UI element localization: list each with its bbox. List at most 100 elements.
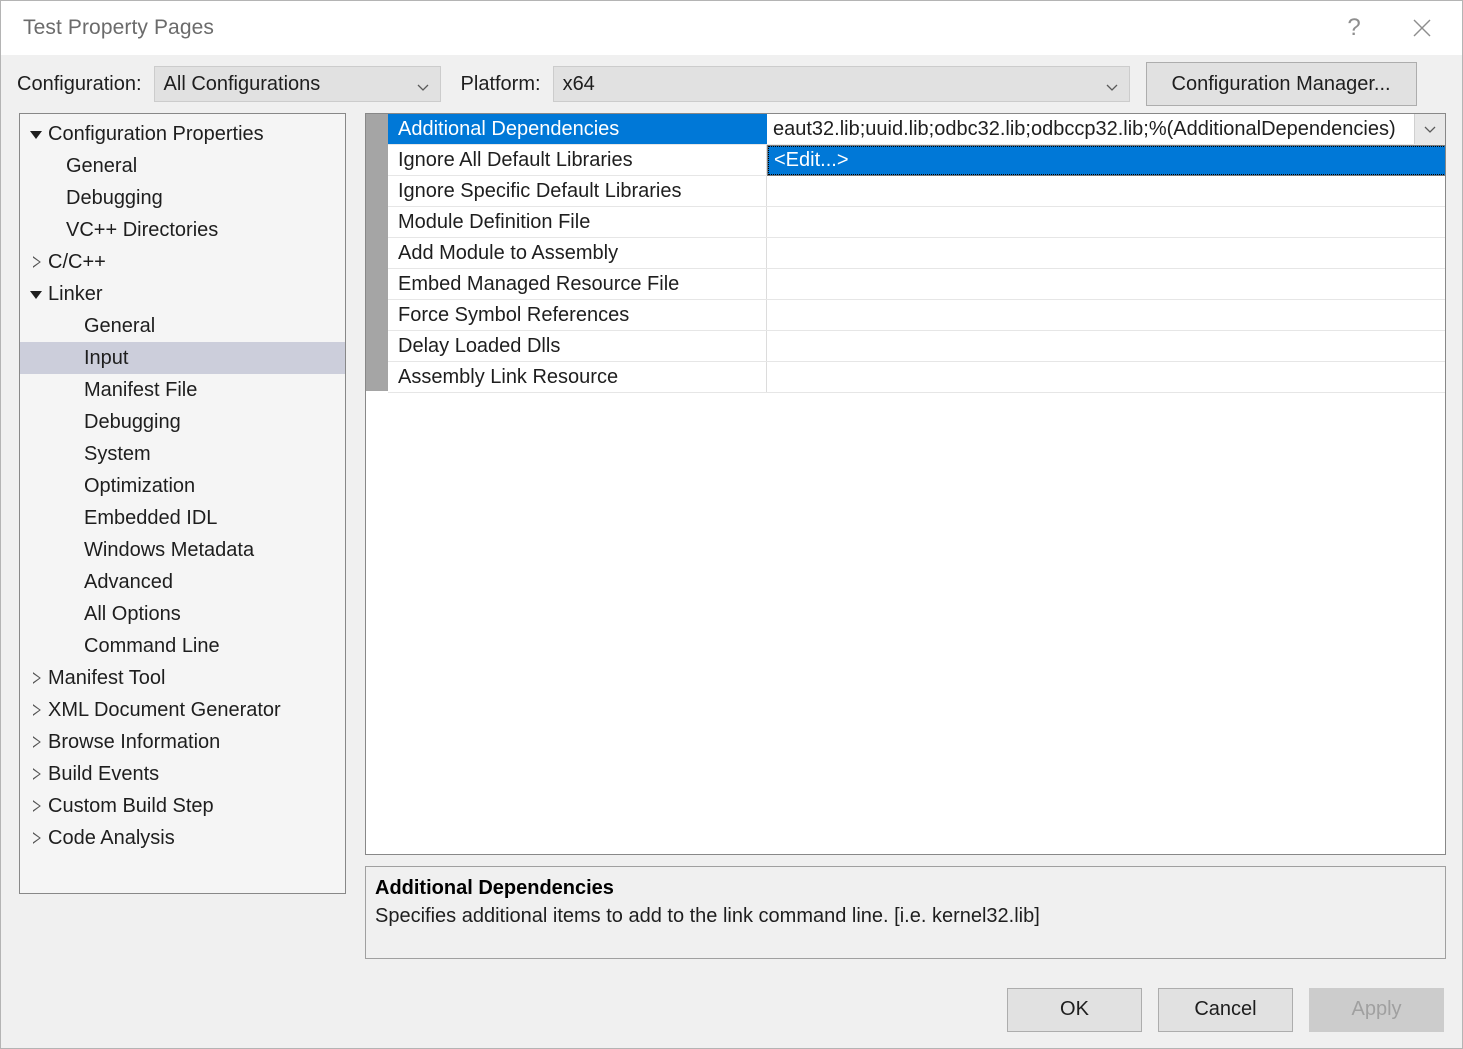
tree-item-label: General bbox=[84, 314, 156, 337]
tree-item-build-events[interactable]: Build Events bbox=[20, 758, 345, 790]
property-value-input[interactable]: eaut32.lib;uuid.lib;odbc32.lib;odbccp32.… bbox=[767, 118, 1414, 141]
tree-item-manifest-file[interactable]: Manifest File bbox=[20, 374, 345, 406]
tree-item-label: Browse Information bbox=[48, 730, 221, 753]
tree-item-all-options[interactable]: All Options bbox=[20, 598, 345, 630]
tree-item-label: Manifest File bbox=[84, 378, 198, 401]
tree-item-advanced[interactable]: Advanced bbox=[20, 566, 345, 598]
tree-item-code-analysis[interactable]: Code Analysis bbox=[20, 822, 345, 854]
tree-item-xml-document-generator[interactable]: XML Document Generator bbox=[20, 694, 345, 726]
help-icon[interactable]: ? bbox=[1324, 1, 1384, 55]
property-row[interactable]: Additional Dependencies eaut32.lib;uuid.l… bbox=[388, 114, 1445, 145]
platform-value: x64 bbox=[562, 72, 595, 95]
property-grid-rows: Additional Dependencies eaut32.lib;uuid.l… bbox=[388, 114, 1445, 854]
main-content: Configuration Properties General Debugging… bbox=[1, 113, 1462, 971]
triangle-right-icon[interactable] bbox=[28, 768, 46, 780]
property-value[interactable] bbox=[767, 300, 1445, 330]
window-title: Test Property Pages bbox=[23, 16, 214, 39]
property-row[interactable]: Add Module to Assembly bbox=[388, 238, 1445, 269]
tree-item-command-line[interactable]: Command Line bbox=[20, 630, 345, 662]
cancel-button[interactable]: Cancel bbox=[1158, 987, 1293, 1032]
property-name: Embed Managed Resource File bbox=[388, 269, 767, 299]
platform-dropdown[interactable]: x64 bbox=[552, 66, 1130, 102]
close-icon[interactable] bbox=[1392, 1, 1452, 55]
property-value[interactable] bbox=[767, 331, 1445, 361]
property-value[interactable] bbox=[767, 362, 1445, 392]
tree-item-label: C/C++ bbox=[48, 250, 106, 273]
property-name: Assembly Link Resource bbox=[388, 362, 767, 392]
tree-item-label: Command Line bbox=[84, 634, 220, 657]
tree-item-vc-directories[interactable]: VC++ Directories bbox=[20, 214, 345, 246]
triangle-right-icon[interactable] bbox=[28, 736, 46, 748]
triangle-right-icon[interactable] bbox=[28, 672, 46, 684]
triangle-down-icon[interactable] bbox=[28, 129, 46, 139]
dropdown-option-edit[interactable]: <Edit...> bbox=[768, 146, 1445, 175]
tree-item-c-c[interactable]: C/C++ bbox=[20, 246, 345, 278]
property-row[interactable]: Assembly Link Resource bbox=[388, 362, 1445, 393]
property-value[interactable] bbox=[767, 238, 1445, 268]
tree-item-label: Advanced bbox=[84, 570, 173, 593]
tree-item-label: Windows Metadata bbox=[84, 538, 255, 561]
triangle-right-glyph bbox=[33, 672, 41, 684]
property-value[interactable] bbox=[767, 269, 1445, 299]
triangle-right-glyph bbox=[33, 768, 41, 780]
tree-item-manifest-tool[interactable]: Manifest Tool bbox=[20, 662, 345, 694]
tree-item-general[interactable]: General bbox=[20, 150, 345, 182]
property-pages-dialog: Test Property Pages ? Configuration: All… bbox=[0, 0, 1463, 1049]
tree-item-label: Manifest Tool bbox=[48, 666, 166, 689]
triangle-right-icon[interactable] bbox=[28, 832, 46, 844]
configuration-manager-button[interactable]: Configuration Manager... bbox=[1145, 62, 1417, 106]
tree-item-label: Build Events bbox=[48, 762, 160, 785]
chevron-down-icon[interactable] bbox=[1414, 114, 1445, 144]
tree-item-embedded-idl[interactable]: Embedded IDL bbox=[20, 502, 345, 534]
tree-item-label: Input bbox=[84, 346, 129, 369]
configuration-value: All Configurations bbox=[163, 72, 321, 95]
tree-item-windows-metadata[interactable]: Windows Metadata bbox=[20, 534, 345, 566]
property-row[interactable]: Module Definition File bbox=[388, 207, 1445, 238]
property-row[interactable]: Embed Managed Resource File bbox=[388, 269, 1445, 300]
property-name: Add Module to Assembly bbox=[388, 238, 767, 268]
tree-item-general[interactable]: General bbox=[20, 310, 345, 342]
description-text: Specifies additional items to add to the… bbox=[375, 905, 1040, 927]
triangle-right-icon[interactable] bbox=[28, 704, 46, 716]
tree-item-input[interactable]: Input bbox=[20, 342, 345, 374]
property-row[interactable]: Delay Loaded Dlls bbox=[388, 331, 1445, 362]
tree-item-label: General bbox=[66, 154, 138, 177]
configuration-dropdown[interactable]: All Configurations bbox=[153, 66, 441, 102]
property-name: Ignore Specific Default Libraries bbox=[388, 176, 767, 206]
tree-item-label: Linker bbox=[48, 282, 103, 305]
triangle-right-glyph bbox=[33, 704, 41, 716]
tree-item-label: Debugging bbox=[84, 410, 181, 433]
tree-item-label: Code Analysis bbox=[48, 826, 175, 849]
tree-item-label: Configuration Properties bbox=[48, 122, 264, 145]
triangle-right-glyph bbox=[33, 832, 41, 844]
tree-item-optimization[interactable]: Optimization bbox=[20, 470, 345, 502]
tree-item-configuration-properties[interactable]: Configuration Properties bbox=[20, 118, 345, 150]
tree-item-debugging[interactable]: Debugging bbox=[20, 182, 345, 214]
triangle-down-glyph bbox=[29, 131, 42, 139]
configuration-toolbar: Configuration: All Configurations Platfo… bbox=[1, 55, 1462, 113]
property-row[interactable]: Force Symbol References bbox=[388, 300, 1445, 331]
tree-item-label: Embedded IDL bbox=[84, 506, 218, 529]
tree-item-system[interactable]: System bbox=[20, 438, 345, 470]
triangle-down-icon[interactable] bbox=[28, 289, 46, 299]
tree-item-label: Custom Build Step bbox=[48, 794, 214, 817]
property-name: Force Symbol References bbox=[388, 300, 767, 330]
property-row[interactable]: Ignore Specific Default Libraries bbox=[388, 176, 1445, 207]
chevron-down-icon bbox=[1105, 77, 1119, 91]
triangle-down-glyph bbox=[29, 291, 42, 299]
tree-item-linker[interactable]: Linker bbox=[20, 278, 345, 310]
tree-item-custom-build-step[interactable]: Custom Build Step bbox=[20, 790, 345, 822]
ok-button[interactable]: OK bbox=[1007, 987, 1142, 1032]
tree-item-browse-information[interactable]: Browse Information bbox=[20, 726, 345, 758]
configuration-properties-tree[interactable]: Configuration Properties General Debugging… bbox=[19, 113, 346, 894]
triangle-right-icon[interactable] bbox=[28, 800, 46, 812]
tree-item-debugging[interactable]: Debugging bbox=[20, 406, 345, 438]
property-name: Ignore All Default Libraries bbox=[388, 145, 767, 175]
tree-item-label: All Options bbox=[84, 602, 181, 625]
property-value[interactable] bbox=[767, 207, 1445, 237]
triangle-right-icon[interactable] bbox=[28, 256, 46, 268]
property-grid[interactable]: Additional Dependencies eaut32.lib;uuid.l… bbox=[365, 113, 1446, 855]
property-value[interactable]: eaut32.lib;uuid.lib;odbc32.lib;odbccp32.… bbox=[767, 114, 1445, 144]
value-dropdown-list[interactable]: <Edit...> bbox=[767, 145, 1445, 176]
property-value[interactable] bbox=[767, 176, 1445, 206]
